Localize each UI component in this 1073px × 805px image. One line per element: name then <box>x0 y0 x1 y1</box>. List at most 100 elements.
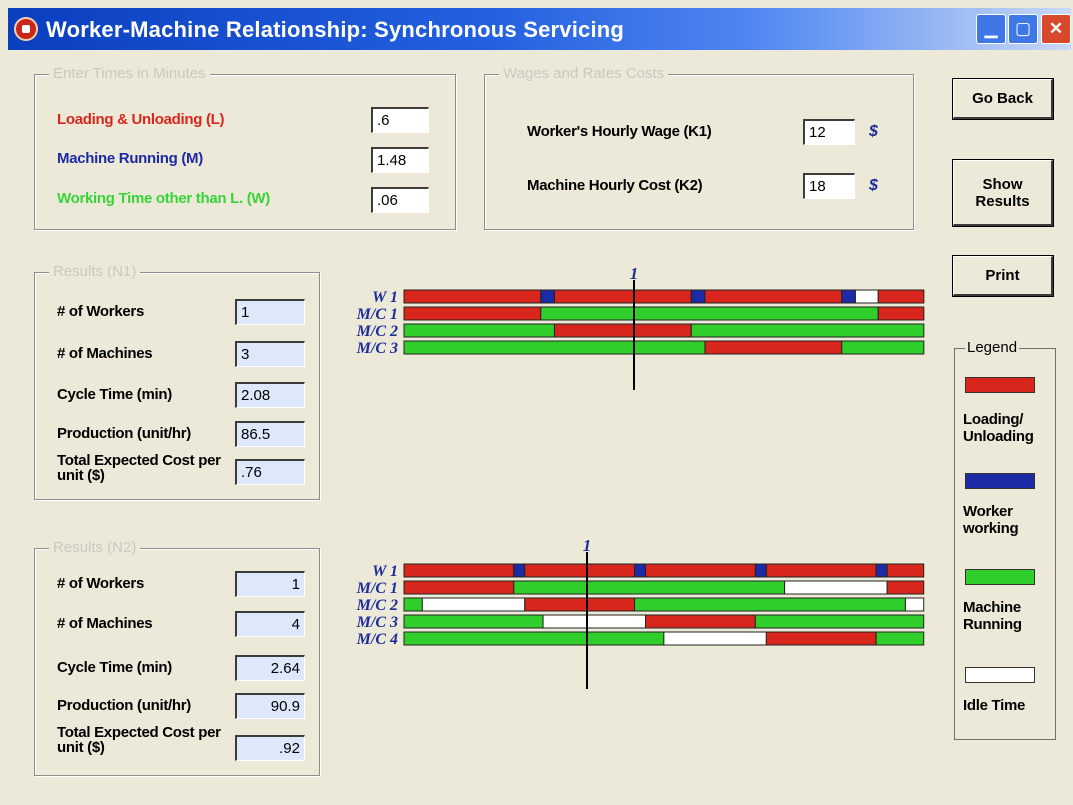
workers-label: # of Workers <box>57 575 144 592</box>
total-cost-label: Total Expected Cost per unit ($) <box>57 724 221 756</box>
workers-value: 1 <box>235 299 305 325</box>
legend-label-machine: Machine Running <box>963 599 1022 633</box>
go-back-button[interactable]: Go Back <box>953 79 1053 119</box>
gantt-segment-work <box>634 563 647 578</box>
legend-swatch-idle <box>965 667 1035 683</box>
gantt-segment-idle <box>854 289 879 304</box>
machine-cost-input[interactable]: 18 <box>803 173 855 199</box>
title-bar: Worker-Machine Relationship: Synchronous… <box>8 8 1071 50</box>
cycle-time-value: 2.08 <box>235 382 305 408</box>
production-label: Production (unit/hr) <box>57 425 191 442</box>
window-title: Worker-Machine Relationship: Synchronous… <box>46 17 625 42</box>
legend: Legend Loading/ Unloading Worker working… <box>954 339 1056 740</box>
gantt-segment-load <box>403 289 542 304</box>
gantt-segment-run <box>841 340 925 355</box>
gantt-chart-n2: W 1M/C 1M/C 2M/C 3M/C 412 <box>356 536 925 689</box>
gantt-segment-work <box>754 563 767 578</box>
gantt-segment-load <box>524 597 636 612</box>
gantt-row-label: M/C 3 <box>356 614 398 631</box>
gantt-segment-work <box>841 289 856 304</box>
gantt-segment-work <box>513 563 526 578</box>
dollar-icon: $ <box>869 123 878 140</box>
gantt-segment-work <box>690 289 706 304</box>
worker-wage-input[interactable]: 12 <box>803 119 855 145</box>
wages-group: Wages and Rates Costs Worker's Hourly Wa… <box>484 65 914 230</box>
app-window: Worker-Machine Relationship: Synchronous… <box>0 0 1073 805</box>
machine-running-label: Machine Running (M) <box>57 150 203 167</box>
machine-cost-label: Machine Hourly Cost (K2) <box>527 177 703 194</box>
gantt-segment-run <box>403 597 423 612</box>
maximize-button[interactable]: ▢ <box>1008 14 1038 44</box>
gantt-segment-load <box>645 563 756 578</box>
gantt-segment-load <box>645 614 756 629</box>
gantt-row-label: M/C 2 <box>356 597 398 614</box>
gantt-segment-run <box>690 323 925 338</box>
dollar-icon: $ <box>869 177 878 194</box>
machines-value: 4 <box>235 611 305 637</box>
working-time-label: Working Time other than L. (W) <box>57 190 270 207</box>
total-cost-label: Total Expected Cost per unit ($) <box>57 452 221 484</box>
gantt-segment-load <box>886 563 925 578</box>
gantt-segment-load <box>704 289 843 304</box>
gantt-segment-run <box>403 614 544 629</box>
production-label: Production (unit/hr) <box>57 697 191 714</box>
close-icon: ✕ <box>1048 19 1064 38</box>
gantt-segment-load <box>765 563 877 578</box>
legend-label-idle: Idle Time <box>963 697 1026 714</box>
gantt-segment-load <box>403 306 542 321</box>
gantt-segment-run <box>403 340 706 355</box>
legend-swatch-loading <box>965 377 1035 393</box>
close-button[interactable]: ✕ <box>1041 14 1071 44</box>
machines-value: 3 <box>235 341 305 367</box>
gantt-segment-idle <box>663 631 767 646</box>
gantt-segment-run <box>634 597 906 612</box>
gantt-segment-load <box>877 306 925 321</box>
app-icon <box>14 17 38 41</box>
gantt-segment-run <box>540 306 879 321</box>
gantt-segment-load <box>403 580 515 595</box>
production-value: 86.5 <box>235 421 305 447</box>
show-results-button[interactable]: Show Results <box>953 160 1053 226</box>
wages-group-title: Wages and Rates Costs <box>499 65 669 82</box>
gantt-segment-idle <box>542 614 647 629</box>
gantt-segment-load <box>553 289 692 304</box>
gantt-row-label: M/C 3 <box>356 340 398 357</box>
print-button[interactable]: Print <box>953 256 1053 296</box>
legend-title: Legend <box>965 339 1020 356</box>
times-group-title: Enter Times in Minutes <box>49 65 210 82</box>
cycle-marker-label: 1 <box>630 264 639 283</box>
gantt-segment-load <box>704 340 843 355</box>
machine-running-input[interactable]: 1.48 <box>371 147 429 173</box>
working-time-input[interactable]: .06 <box>371 187 429 213</box>
gantt-segment-idle <box>421 597 526 612</box>
gantt-segment-run <box>403 631 665 646</box>
legend-label-worker: Worker working <box>963 503 1019 537</box>
gantt-segment-run <box>754 614 925 629</box>
workers-label: # of Workers <box>57 303 144 320</box>
minimize-icon: ▁ <box>984 19 998 38</box>
results-n2-title: Results (N2) <box>49 539 141 556</box>
gantt-segment-work <box>875 563 888 578</box>
legend-swatch-machine <box>965 569 1035 585</box>
gantt-chart-n1: W 1M/C 1M/C 2M/C 312 <box>356 264 925 390</box>
total-cost-value: .92 <box>235 735 305 761</box>
gantt-row-label: W 1 <box>372 563 398 580</box>
gantt-row-label: M/C 1 <box>356 580 398 597</box>
cycle-time-label: Cycle Time (min) <box>57 386 172 403</box>
gantt-segment-run <box>513 580 786 595</box>
gantt-segment-idle <box>784 580 888 595</box>
gantt-row-label: M/C 2 <box>356 323 398 340</box>
total-cost-value: .76 <box>235 459 305 485</box>
workers-value: 1 <box>235 571 305 597</box>
legend-label-loading: Loading/ Unloading <box>963 411 1034 445</box>
results-n1-title: Results (N1) <box>49 263 141 280</box>
results-n1-group: Results (N1) # of Workers 1 # of Machine… <box>34 263 320 500</box>
gantt-segment-load <box>403 563 515 578</box>
loading-unloading-input[interactable]: .6 <box>371 107 429 133</box>
gantt-segment-load <box>877 289 925 304</box>
gantt-segment-run <box>403 323 555 338</box>
cycle-time-label: Cycle Time (min) <box>57 659 172 676</box>
minimize-button[interactable]: ▁ <box>976 14 1006 44</box>
gantt-segment-load <box>886 580 925 595</box>
cycle-time-value: 2.64 <box>235 655 305 681</box>
